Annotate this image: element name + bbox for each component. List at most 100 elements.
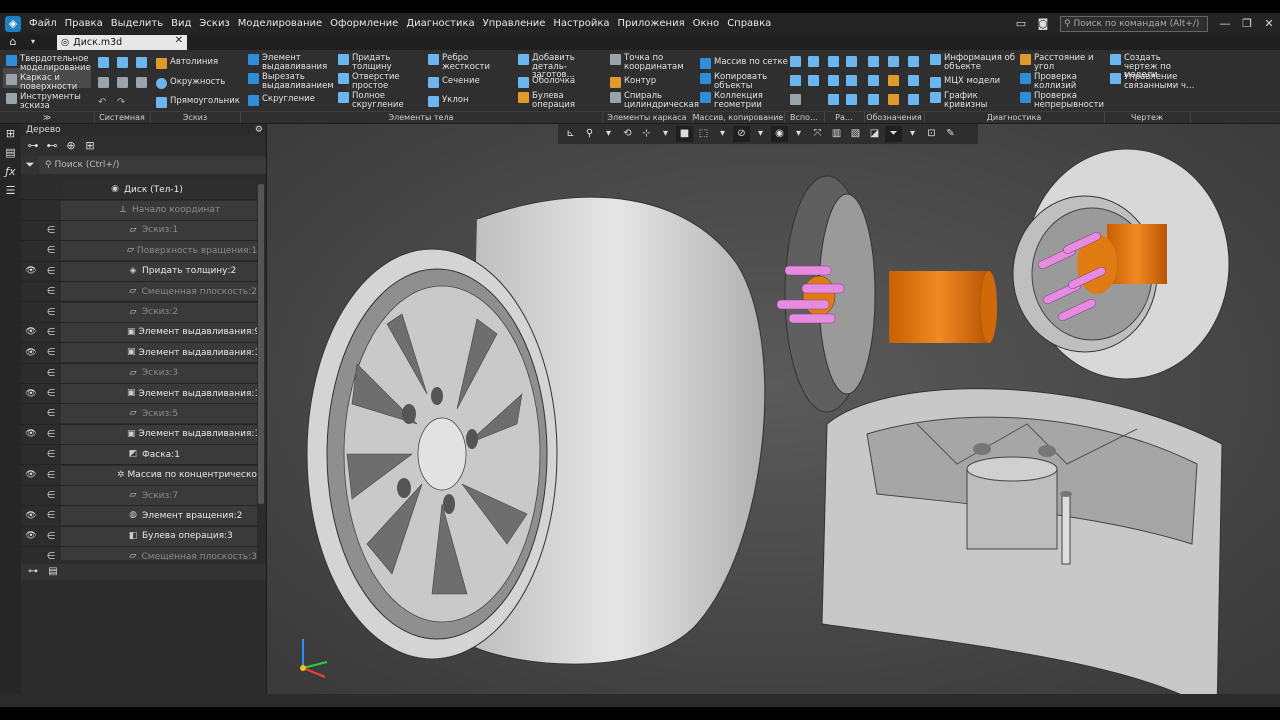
collision-button[interactable]: Проверка коллизий — [1020, 73, 1094, 90]
tab-menu-icon[interactable]: ▾ — [25, 35, 41, 49]
include-toggle-icon[interactable]: ∈ — [41, 490, 61, 501]
hide-icon[interactable]: ⊘ — [733, 126, 750, 142]
menu-item[interactable]: Правка — [61, 18, 107, 29]
hide-dropdown-icon[interactable]: ▾ — [752, 126, 769, 142]
rotate-icon[interactable]: ⟲ — [619, 126, 636, 142]
cut-extrude-button[interactable]: Вырезать выдавливанием — [248, 73, 338, 90]
aux-line-icon[interactable] — [790, 94, 801, 105]
layers-view-icon[interactable]: ▥ — [828, 126, 845, 142]
include-toggle-icon[interactable]: ∈ — [41, 245, 61, 256]
mode-collapse[interactable]: ≫ — [0, 112, 95, 123]
tree-row[interactable]: 👁 ∈ ▣ Элемент выдавливания:9 — [21, 322, 257, 344]
filter-icon[interactable]: ⏷ — [885, 126, 902, 142]
tree-node[interactable]: ⊥ Начало координат — [61, 200, 257, 220]
aux-axis-icon[interactable] — [808, 56, 819, 67]
visibility-eye-icon[interactable]: 👁 — [21, 429, 41, 439]
camera-icon[interactable]: ◙ — [1034, 17, 1052, 31]
tree-relations-icon[interactable]: ⊕ — [63, 139, 79, 153]
menu-item[interactable]: Выделить — [107, 18, 167, 29]
aux-point-icon[interactable] — [790, 75, 801, 86]
export-icon[interactable] — [136, 77, 147, 88]
tree-row[interactable]: ∈ ▱ Эскиз:5 — [21, 404, 257, 425]
kompas-logo-icon[interactable]: ◈ — [5, 15, 21, 32]
menu-item[interactable]: Эскиз — [195, 18, 233, 29]
zoom-icon[interactable]: ⚲ — [581, 126, 598, 142]
rectangle-button[interactable]: Прямоугольник — [156, 97, 240, 108]
visibility-icon[interactable]: ◉ — [771, 126, 788, 142]
curvature-button[interactable]: График кривизны — [930, 92, 1004, 109]
snap-icon[interactable]: ⊡ — [923, 126, 940, 142]
tree-row[interactable]: 👁 ∈ ▣ Элемент выдавливания:13 — [21, 384, 257, 405]
include-toggle-icon[interactable]: ∈ — [41, 429, 61, 440]
designation-5-icon[interactable] — [888, 75, 899, 86]
aux-cs-icon[interactable] — [808, 75, 819, 86]
include-toggle-icon[interactable]: ∈ — [41, 470, 61, 481]
include-toggle-icon[interactable]: ∈ — [41, 225, 61, 236]
display-dropdown-icon[interactable]: ▾ — [714, 126, 731, 142]
visibility-eye-icon[interactable]: 👁 — [21, 348, 41, 358]
section-button[interactable]: Сечение — [428, 77, 480, 88]
wireframe-cube-icon[interactable]: ⬚ — [695, 126, 712, 142]
tree-structure-icon[interactable]: ⊶ — [25, 139, 41, 153]
menu-item[interactable]: Окно — [689, 18, 724, 29]
tree-node[interactable]: ◈ Придать толщину:2 — [61, 261, 257, 281]
tree-node[interactable]: ◍ Элемент вращения:2 — [61, 506, 257, 526]
visibility-dropdown-icon[interactable]: ▾ — [790, 126, 807, 142]
tree-row[interactable]: ∈ ▱ Эскиз:1 — [21, 220, 257, 242]
section-view-icon[interactable]: ⤧ — [809, 126, 826, 142]
full-round-button[interactable]: Полное скругление — [338, 92, 410, 109]
filter-funnel-icon[interactable]: ⏷ — [21, 158, 39, 172]
menu-item[interactable]: Настройка — [549, 18, 613, 29]
tree-node[interactable]: ◉ Диск (Тел-1) — [61, 180, 257, 200]
properties-icon[interactable] — [98, 77, 109, 88]
object-info-button[interactable]: Информация об объекте — [930, 54, 1016, 71]
tree-row[interactable]: ∈ ▱ Эскиз:3 — [21, 363, 257, 384]
undo-icon[interactable]: ↶ — [98, 97, 109, 108]
extrude-button[interactable]: Элемент выдавливания — [248, 54, 338, 71]
mode-solid[interactable]: Твердотельное моделирование — [6, 55, 94, 72]
shell-button[interactable]: Оболочка — [518, 77, 575, 88]
tree-node[interactable]: ▣ Элемент выдавливания:14 — [61, 424, 257, 444]
tree-scrollbar[interactable] — [257, 180, 265, 560]
include-toggle-icon[interactable]: ∈ — [41, 266, 61, 277]
include-toggle-icon[interactable]: ∈ — [41, 368, 61, 379]
designation-7-icon[interactable] — [868, 94, 879, 105]
tree-row[interactable]: ◉ Диск (Тел-1) — [21, 180, 257, 201]
include-toggle-icon[interactable]: ∈ — [41, 388, 61, 399]
mode-surfaces[interactable]: Каркас и поверхности — [6, 74, 84, 91]
tree-node[interactable]: ▱ Поверхность вращения:1 — [61, 241, 257, 261]
measure-icon[interactable]: ◪ — [866, 126, 883, 142]
visibility-eye-icon[interactable]: 👁 — [21, 470, 41, 480]
explode-icon[interactable]: ▧ — [847, 126, 864, 142]
orient-dropdown-icon[interactable]: ▾ — [657, 126, 674, 142]
tree-node[interactable]: ▱ Смещенная плоскость:2 — [61, 282, 257, 302]
tree-node[interactable]: ◩ Фаска:1 — [61, 445, 257, 465]
command-search-input[interactable]: ⚲ Поиск по командам (Alt+/) — [1060, 15, 1208, 32]
menu-item[interactable]: Диагностика — [402, 18, 478, 29]
ra-4-icon[interactable] — [846, 75, 857, 86]
boolean-button[interactable]: Булева операция — [518, 92, 582, 109]
print-icon[interactable] — [117, 77, 128, 88]
hole-button[interactable]: Отверстие простое — [338, 73, 410, 90]
designation-6-icon[interactable] — [908, 75, 919, 86]
tree-row[interactable]: 👁 ∈ ◧ Булева операция:3 — [21, 526, 257, 548]
new-file-icon[interactable] — [98, 57, 109, 68]
tree-row[interactable]: ∈ ▱ Поверхность вращения:1 — [21, 241, 257, 262]
tree-node[interactable]: ▣ Элемент выдавливания:13 — [61, 384, 257, 404]
visibility-eye-icon[interactable]: 👁 — [21, 531, 41, 541]
tree-search-input[interactable]: ⚲ Поиск (Ctrl+/) — [39, 156, 266, 174]
tree-node[interactable]: ▱ Смещенная плоскость:3 — [61, 547, 257, 560]
autoline-button[interactable]: Автолиния — [156, 58, 218, 69]
tree-row[interactable]: ∈ ▱ Эскиз:7 — [21, 486, 257, 507]
tree-node[interactable]: ▱ Эскиз:7 — [61, 486, 257, 506]
document-tab[interactable]: ◎ Диск.m3d ✕ — [57, 34, 187, 50]
orient-axes-icon[interactable]: ⊹ — [638, 126, 655, 142]
tree-sequence-icon[interactable]: ⊷ — [44, 139, 60, 153]
tree-row[interactable]: 👁 ∈ ◈ Придать толщину:2 — [21, 261, 257, 282]
ra-6-icon[interactable] — [846, 94, 857, 105]
zoom-dropdown-icon[interactable]: ▾ — [600, 126, 617, 142]
tree-row[interactable]: 👁 ∈ ◍ Элемент вращения:2 — [21, 506, 257, 527]
ra-5-icon[interactable] — [828, 94, 839, 105]
save-file-icon[interactable] — [136, 57, 147, 68]
menu-item[interactable]: Управление — [479, 18, 550, 29]
